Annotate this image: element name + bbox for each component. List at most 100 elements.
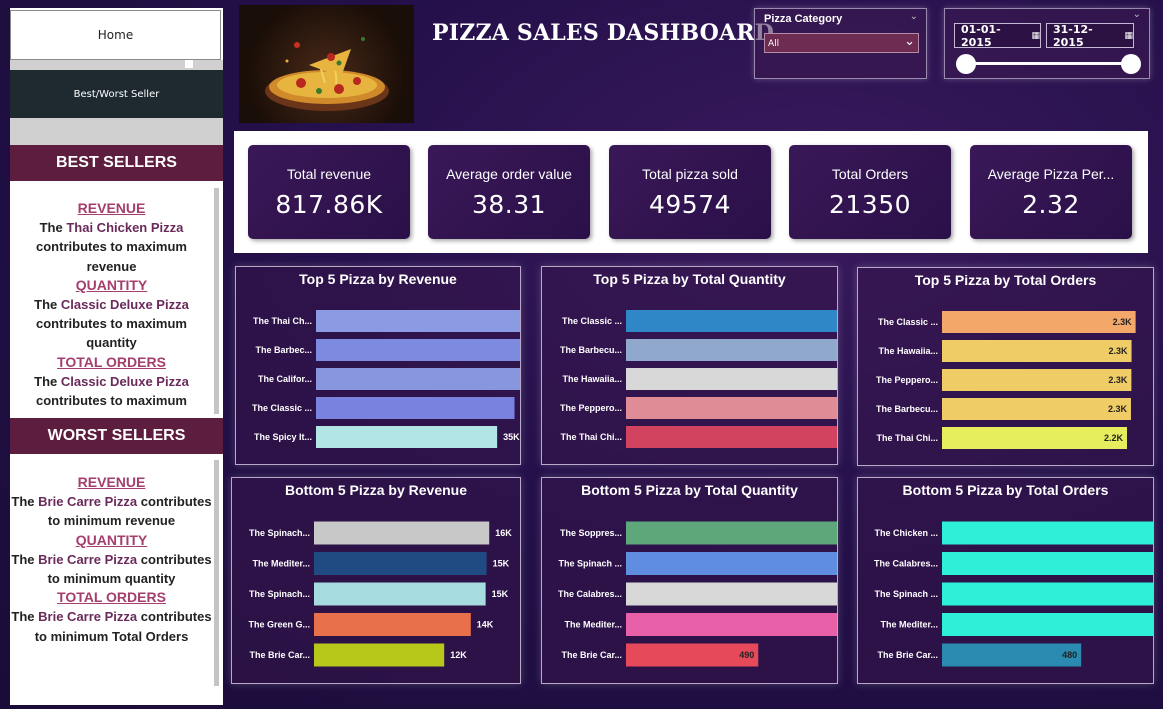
bar[interactable] (942, 340, 1132, 362)
bar[interactable] (942, 552, 1153, 575)
chevron-down-icon[interactable]: ⌄ (1133, 9, 1141, 20)
bar[interactable] (626, 521, 837, 545)
worst-sellers-scrollbar[interactable] (214, 460, 219, 686)
bar[interactable] (316, 368, 520, 390)
end-date-value: 31-12-2015 (1053, 22, 1093, 49)
category-label: The Mediter... (880, 620, 938, 630)
kpi-area: Total revenue 817.86K Average order valu… (234, 131, 1148, 253)
category-label: The Thai Ch... (253, 316, 312, 326)
worst-sellers-title: WORST SELLERS (47, 427, 186, 444)
data-label: 490 (739, 650, 754, 660)
best-revenue-label: REVENUE (77, 200, 146, 216)
best-revenue-post: contributes to maximum revenue (36, 239, 187, 274)
data-label: 35K (503, 432, 520, 442)
best-quantity-post: contributes to maximum quantity (36, 316, 187, 351)
end-date-input[interactable]: 31-12-2015 ▦ (1046, 22, 1134, 49)
worst-orders-block: TOTAL ORDERS The Brie Carre Pizza contri… (10, 588, 213, 646)
bar[interactable] (314, 582, 486, 606)
bar[interactable] (942, 311, 1136, 333)
category-label: The Spinach ... (558, 559, 622, 569)
bar[interactable] (316, 397, 515, 419)
data-label: 12K (450, 650, 467, 660)
date-range-end-handle[interactable] (1121, 54, 1141, 74)
bar[interactable] (626, 582, 837, 606)
date-range-track[interactable] (966, 62, 1132, 65)
category-label: The Classic ... (562, 316, 622, 326)
category-label: The Peppero... (560, 403, 622, 413)
bar[interactable] (314, 613, 471, 636)
worst-orders-pizza: Brie Carre Pizza (38, 609, 138, 625)
best-sellers-scrollbar[interactable] (214, 188, 219, 414)
category-label: The Mediter... (564, 620, 622, 630)
best-orders-pre: The (34, 373, 61, 389)
home-button[interactable]: Home (10, 10, 221, 60)
chart-top5-quantity: Top 5 Pizza by Total Quantity The Classi… (541, 266, 838, 465)
bar[interactable] (942, 521, 1153, 545)
best-orders-block: TOTAL ORDERS The Classic Deluxe Pizza co… (10, 353, 213, 411)
page-title: PIZZA SALES DASHBOARD (432, 20, 775, 46)
category-label: The Calabres... (558, 589, 622, 599)
category-label: The Brie Car... (877, 650, 938, 660)
bar[interactable] (942, 427, 1127, 449)
best-revenue-pre: The (39, 220, 67, 236)
nav-divider (10, 60, 223, 70)
bar[interactable] (316, 339, 520, 361)
kpi-card-total-revenue: Total revenue 817.86K (248, 145, 410, 239)
bar[interactable] (314, 552, 487, 575)
bar[interactable] (316, 310, 520, 332)
worst-orders-label: TOTAL ORDERS (57, 589, 166, 606)
category-label: The Spinach ... (874, 589, 938, 599)
bar[interactable] (942, 613, 1153, 636)
bar[interactable] (626, 310, 837, 332)
bar[interactable] (314, 521, 490, 545)
worst-quantity-pre: The (11, 551, 39, 567)
dropdown-arrow-icon: ⌄ (904, 34, 915, 49)
calendar-icon[interactable]: ▦ (1124, 31, 1133, 41)
bar[interactable] (626, 426, 837, 448)
bar[interactable] (626, 368, 837, 390)
worst-sellers-text: REVENUE The Brie Carre Pizza contributes… (10, 473, 223, 697)
kpi-label: Average order value (446, 166, 572, 182)
chart-top5-orders: Top 5 Pizza by Total Orders The Classic … (857, 267, 1154, 466)
bar[interactable] (942, 369, 1132, 391)
category-label: The Hawaiia... (562, 374, 622, 384)
worst-revenue-label: REVENUE (77, 474, 146, 490)
best-quantity-label: QUANTITY (75, 276, 148, 293)
bar[interactable] (942, 398, 1131, 420)
bar[interactable] (314, 643, 445, 667)
kpi-label: Average Pizza Per... (987, 166, 1115, 182)
best-orders-pizza: Classic Deluxe Pizza (60, 373, 189, 389)
bar[interactable] (942, 582, 1153, 606)
category-dropdown[interactable]: All ⌄ (764, 33, 919, 53)
category-label: The Chicken ... (874, 528, 938, 538)
bar[interactable] (626, 552, 837, 575)
kpi-card-total-pizza-sold: Total pizza sold 49574 (609, 145, 771, 239)
bar-chart-svg: The Classic ...2.5KThe Barbecu...2.4KThe… (560, 310, 837, 448)
start-date-input[interactable]: 01-01-2015 ▦ (954, 23, 1041, 49)
data-label: 2.3K (1113, 317, 1133, 327)
worst-quantity-block: QUANTITY The Brie Carre Pizza contribute… (10, 531, 213, 589)
nav-tab-marker (185, 60, 193, 68)
best-worst-seller-button[interactable]: Best/Worst Seller (10, 70, 223, 118)
worst-quantity-label: QUANTITY (75, 531, 148, 548)
bar-chart-svg: The Thai Ch...43KThe Barbec...43KThe Cal… (252, 310, 520, 448)
pizza-image (239, 5, 414, 123)
bar[interactable] (626, 397, 837, 419)
calendar-icon[interactable]: ▦ (1031, 31, 1040, 41)
best-revenue-block: REVENUE The Thai Chicken Pizza contribut… (10, 199, 213, 276)
bar[interactable] (626, 613, 837, 636)
chevron-down-icon[interactable]: ⌄ (910, 11, 918, 22)
category-label: The Spinach... (249, 589, 310, 599)
date-range-start-handle[interactable] (956, 54, 976, 74)
data-label: 15K (493, 559, 510, 569)
category-label: The Spicy It... (254, 432, 312, 442)
category-slicer-label: Pizza Category (764, 13, 843, 25)
bar[interactable] (942, 643, 1082, 667)
bar[interactable] (626, 339, 837, 361)
kpi-card-average-order-value: Average order value 38.31 (428, 145, 590, 239)
category-label: The Classic ... (252, 403, 312, 413)
kpi-value: 817.86K (275, 190, 383, 219)
best-quantity-pizza: Classic Deluxe Pizza (60, 297, 189, 313)
kpi-value: 38.31 (471, 190, 547, 219)
bar[interactable] (316, 426, 498, 448)
